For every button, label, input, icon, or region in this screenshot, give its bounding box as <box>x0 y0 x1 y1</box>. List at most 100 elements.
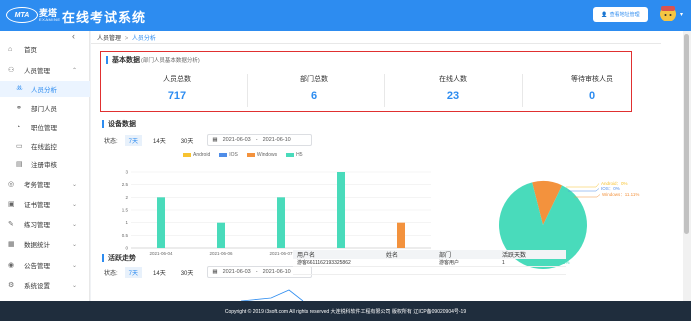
sidebar-item-audit[interactable]: ▤ 注册审核 <box>0 156 90 172</box>
sidebar-item-label: 部门人员 <box>31 106 57 113</box>
breadcrumb-separator: > <box>124 36 129 42</box>
sidebar-item-label: 人员管理 <box>24 68 50 75</box>
sidebar-item-certificate[interactable]: ▣ 证书管理 ⌄ <box>0 196 90 212</box>
avatar[interactable] <box>659 5 677 25</box>
sidebar-item-practice[interactable]: ✎ 练习管理 ⌄ <box>0 216 90 232</box>
range-7d-button[interactable]: 7天 <box>124 266 143 278</box>
chevron-down-icon: ⌄ <box>72 201 78 208</box>
stat-value: 6 <box>310 90 318 102</box>
address-button[interactable]: 👤 查看地址管理 <box>593 7 648 22</box>
sidebar-item-label: 注册审核 <box>31 162 57 169</box>
stat-label: 等待审核人员 <box>571 76 613 83</box>
y-tick-label: 2.5 <box>122 182 129 187</box>
range-30d-button[interactable]: 30天 <box>177 135 198 146</box>
table-row: 游客6611162193325862 游客用户 1 <box>293 259 566 267</box>
gear-icon: ⚙ <box>8 282 15 289</box>
basic-data-title-text: 基本数据 <box>112 57 140 64</box>
legend-label: IOS <box>229 152 238 158</box>
sidebar-item-analysis[interactable]: ꔛ 人员分析 <box>0 81 90 97</box>
certificate-icon: ▣ <box>8 201 15 208</box>
sidebar-item-label: 考务管理 <box>24 182 50 189</box>
range-14d-button[interactable]: 14天 <box>149 267 170 278</box>
basic-data-subtitle: (部门人员基本数据分析) <box>141 58 200 64</box>
legend-swatch <box>286 152 295 157</box>
bar-h5[interactable] <box>217 222 225 248</box>
chevron-down-icon: ⌄ <box>72 221 78 228</box>
table-cell: 游客6611162193325862 <box>297 260 351 266</box>
x-tick-label: 2021-06-06 <box>209 251 233 256</box>
breadcrumb-divider <box>91 43 661 44</box>
sidebar-item-label: 在线监控 <box>31 144 57 151</box>
calendar-icon: ▦ <box>212 269 218 275</box>
legend-swatch <box>246 152 255 157</box>
sidebar-item-positions[interactable]: ◔ 职位管理 <box>0 119 90 135</box>
device-bar-chart: 0 0.5 1 1.5 2 2.5 3 2021-06-04 2021-06-06 2021-06… <box>122 170 431 256</box>
pie-label-line <box>574 194 601 198</box>
collapse-icon[interactable]: ‹ <box>72 31 75 41</box>
sidebar-item-users[interactable]: ⚇ 人员管理 ⌃ <box>0 62 90 78</box>
stat-total-departments: 部门总数 6 <box>246 74 382 102</box>
group-icon: ⚭ <box>16 105 22 112</box>
legend-item-h5[interactable]: H5 <box>286 152 303 158</box>
chevron-up-icon: ⌃ <box>72 67 78 74</box>
chevron-down-icon: ⌄ <box>72 181 78 188</box>
date-sep: - <box>255 269 258 275</box>
column-header: 部门 <box>439 253 452 259</box>
pie-label-line <box>566 183 600 188</box>
chevron-down-icon: ⌄ <box>72 282 78 289</box>
breadcrumb-root[interactable]: 人员管理 <box>97 36 121 42</box>
sidebar-item-exam[interactable]: ◎ 考务管理 ⌄ <box>0 176 90 192</box>
audit-icon: ▤ <box>16 161 23 168</box>
person-icon: 👤 <box>601 11 608 18</box>
sidebar-item-home[interactable]: ⌂ 首页 <box>0 41 90 57</box>
basic-data-panel: 基本数据 (部门人员基本数据分析) 人员总数 717 部门总数 6 在线人数 2… <box>100 51 632 112</box>
stat-label: 在线人数 <box>439 76 467 83</box>
position-icon: ◔ <box>16 123 21 131</box>
sidebar-item-dept-users[interactable]: ⚭ 部门人员 <box>0 100 90 116</box>
legend-item-ios[interactable]: IOS <box>219 152 238 158</box>
footer-text: Copyright © 2019 i3soft.com All rights r… <box>224 308 467 315</box>
range-7d-button[interactable]: 7天 <box>124 134 143 146</box>
bar-h5[interactable] <box>277 197 285 248</box>
sidebar-item-monitor[interactable]: ▭ 在线监控 <box>0 138 90 154</box>
stat-label: 部门总数 <box>300 76 328 83</box>
active-trend-title: 活跃走势 <box>102 253 136 263</box>
device-filter: 状态: 7天 14天 30天 ▦ 2021-06-03 - 2021-06-10 <box>104 134 313 146</box>
device-data-title: 设备数据 <box>102 119 136 129</box>
device-legend: Android IOS Windows H5 <box>183 152 303 158</box>
range-30d-button[interactable]: 30天 <box>177 267 198 278</box>
logo-en: EXAMINE <box>39 17 61 22</box>
column-header: 姓名 <box>386 253 399 259</box>
table-header: 用户名 姓名 部门 活跃天数 <box>293 250 566 259</box>
legend-item-windows[interactable]: Windows <box>246 152 277 158</box>
range-14d-button[interactable]: 14天 <box>149 135 170 146</box>
sidebar-item-label: 首页 <box>24 47 37 54</box>
bar-windows[interactable] <box>397 222 405 248</box>
analysis-icon: ꔛ <box>16 85 23 92</box>
sidebar-item-settings[interactable]: ⚙ 系统设置 ⌄ <box>0 277 90 293</box>
active-users-table: 用户名 姓名 部门 活跃天数 游客6611162193325862 游客用户 1 <box>293 250 566 275</box>
sidebar-item-notice[interactable]: ◉ 公告管理 ⌄ <box>0 257 90 273</box>
caret-down-icon[interactable]: ▾ <box>680 11 683 18</box>
sidebar-item-stats[interactable]: ▦ 数据统计 ⌄ <box>0 236 90 252</box>
scrollbar-thumb[interactable] <box>684 34 689 234</box>
y-tick-label: 1.5 <box>122 208 129 213</box>
active-filter: 状态: 7天 14天 30天 ▦ 2021-06-03 - 2021-06-10 <box>104 266 313 278</box>
y-tick-label: 2 <box>125 195 128 200</box>
device-date-range[interactable]: ▦ 2021-06-03 - 2021-06-10 <box>207 134 313 146</box>
breadcrumb: 人员管理 > 人员分析 <box>97 33 156 42</box>
pie-label: Windows：11.11% <box>602 192 639 197</box>
column-header: 活跃天数 <box>502 253 527 259</box>
stat-value: 0 <box>588 90 596 102</box>
bar-h5[interactable] <box>157 197 165 248</box>
legend-item-android[interactable]: Android <box>183 152 210 158</box>
chevron-down-icon: ⌄ <box>72 241 78 248</box>
exam-icon: ◎ <box>8 181 15 188</box>
y-tick-label: 3 <box>125 170 128 175</box>
x-tick-label: 2021-06-07 <box>269 251 293 256</box>
y-tick-label: 1 <box>125 220 128 225</box>
stat-value: 23 <box>446 90 460 102</box>
bar-h5[interactable] <box>337 172 345 248</box>
pie-label: IOS：0% <box>601 186 620 191</box>
app-title: 在线考试系统 <box>62 10 147 25</box>
